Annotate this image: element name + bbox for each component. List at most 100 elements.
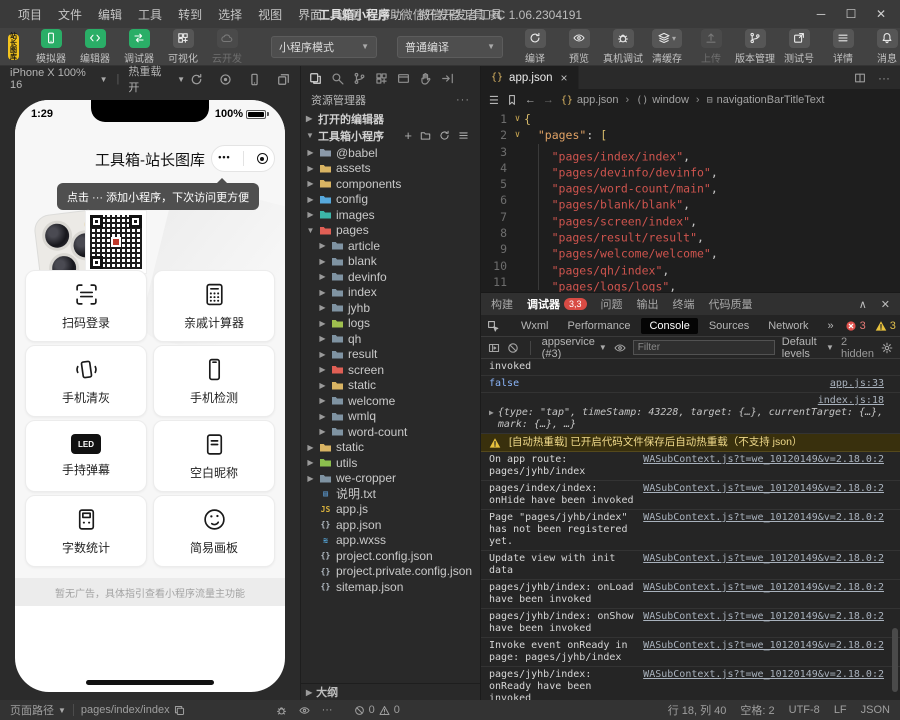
console-scrollbar[interactable] [892, 628, 898, 692]
inspect-element-icon[interactable] [487, 319, 499, 332]
encoding[interactable]: UTF-8 [789, 704, 820, 716]
console-log-row[interactable]: pages/jyhb/index: onLoad have been invok… [481, 580, 900, 609]
devtools-tab-console[interactable]: Console [641, 317, 698, 334]
tree-item-23[interactable]: JS app.js [301, 502, 480, 518]
tree-item-9[interactable]: ▶ index [301, 285, 480, 301]
tree-item-12[interactable]: ▶ qh [301, 331, 480, 347]
tree-item-17[interactable]: ▶ wmlq [301, 409, 480, 425]
close-icon[interactable]: × [561, 71, 568, 85]
toolbar-swap-button[interactable]: 调试器 [117, 28, 161, 65]
toolbar-cloud-button[interactable]: 云开发 [205, 28, 249, 65]
devtools-tab-wxml[interactable]: Wxml [513, 318, 557, 334]
toolbar-branch-button[interactable]: 版本管理 [733, 28, 777, 65]
debugger-tab-5[interactable]: 代码质量 [709, 296, 753, 312]
tree-item-16[interactable]: ▶ welcome [301, 393, 480, 409]
source-link[interactable]: WASubContext.js?t=we_10120149&v=2.18.0:2 [643, 454, 884, 466]
source-link[interactable]: app.js:33 [830, 378, 884, 390]
miniapp-card-4[interactable]: LED 手持弹幕 [25, 420, 147, 492]
activity-branch-button[interactable] [353, 70, 366, 84]
devtools-tab-sources[interactable]: Sources [701, 318, 757, 334]
eye-icon[interactable] [614, 341, 626, 353]
console-log-row[interactable]: On app route: pages/jyhb/index WASubConte… [481, 452, 900, 481]
toolbar-phone-button[interactable]: 模拟器 [29, 28, 73, 65]
toolbar-list-button[interactable]: 详情 [821, 28, 865, 65]
tree-item-15[interactable]: ▶ static [301, 378, 480, 394]
source-link[interactable]: index.js:18 [818, 395, 884, 407]
tree-item-14[interactable]: ▶ screen [301, 362, 480, 378]
console-sidebar-icon[interactable] [488, 341, 500, 353]
tree-item-4[interactable]: ▶ images [301, 207, 480, 223]
menu-item-4[interactable]: 转到 [170, 6, 210, 23]
tree-item-5[interactable]: ▼ pages [301, 223, 480, 239]
language-mode[interactable]: JSON [861, 704, 890, 716]
sim-refresh-button[interactable] [190, 73, 203, 86]
console-log-row[interactable]: Invoke event onReady in page: pages/jyhb… [481, 638, 900, 667]
menu-item-1[interactable]: 文件 [50, 6, 90, 23]
code-line-11[interactable]: 11 "pages/logs/logs", [481, 273, 900, 293]
console-log-row[interactable]: pages/index/index: onHide have been invo… [481, 481, 900, 510]
compile-mode-select[interactable]: 普通编译 ▼ [397, 35, 503, 58]
tree-item-8[interactable]: ▶ devinfo [301, 269, 480, 285]
chevron-down-icon[interactable]: ▼ [100, 75, 108, 84]
activity-search-button[interactable] [331, 70, 344, 85]
fold-chevron-icon[interactable]: ∨ [511, 111, 524, 127]
tree-item-1[interactable]: ▶ assets [301, 161, 480, 177]
miniapp-card-5[interactable]: 空白昵称 [153, 420, 275, 492]
list-icon[interactable]: ☰ [489, 94, 499, 107]
tree-item-3[interactable]: ▶ config [301, 192, 480, 208]
breadcrumb-item-2[interactable]: ⊟ navigationBarTitleText [707, 94, 825, 106]
code-line-4[interactable]: 4 "pages/devinfo/devinfo", [481, 159, 900, 179]
expand-caret-icon[interactable]: ▶ [489, 407, 494, 431]
eol[interactable]: LF [834, 704, 847, 716]
more-icon[interactable]: ··· [878, 71, 890, 85]
debugger-tab-0[interactable]: 构建 [491, 296, 513, 312]
console-warning-row[interactable]: [自动热重载] 已开启代码文件保存后自动热重载（不支持 json） [481, 434, 900, 452]
levels-select[interactable]: Default levels ▼ [782, 336, 834, 360]
close-icon[interactable]: ✕ [866, 2, 896, 26]
refresh-icon[interactable] [439, 130, 450, 142]
code-line-3[interactable]: 3 "pages/index/index", [481, 143, 900, 163]
split-editor-icon[interactable] [854, 71, 866, 85]
minimize-icon[interactable]: ─ [806, 2, 836, 26]
console-log-row[interactable]: false app.js:33 [481, 376, 900, 393]
tree-item-28[interactable]: {} sitemap.json [301, 579, 480, 595]
forward-icon[interactable]: → [543, 94, 554, 106]
code-line-1[interactable]: 1 ∨{ [481, 111, 900, 127]
miniapp-card-6[interactable]: 字数统计 [25, 495, 147, 567]
copy-icon[interactable] [174, 704, 185, 716]
source-link[interactable]: WASubContext.js?t=we_10120149&v=2.18.0:2 [643, 512, 884, 524]
debugger-tab-1[interactable]: 调试器 3,3 [527, 296, 587, 312]
menu-item-9[interactable]: 帮助 [370, 6, 410, 23]
tree-item-24[interactable]: {} app.json [301, 517, 480, 533]
indentation[interactable]: 空格: 2 [740, 702, 774, 718]
open-editors-section[interactable]: ▶ 打开的编辑器 [301, 110, 480, 127]
devtools-tab-network[interactable]: Network [760, 318, 816, 334]
preview-eye-icon[interactable] [299, 704, 310, 716]
more-icon[interactable]: ··· [322, 704, 333, 716]
debugger-tab-3[interactable]: 输出 [637, 296, 659, 312]
toolbar-compile-button[interactable]: 编译 [513, 28, 557, 65]
source-link[interactable]: WASubContext.js?t=we_10120149&v=2.18.0:2 [643, 582, 884, 594]
page-path-select[interactable]: 页面路径 ▼ [10, 702, 66, 718]
toolbar-code-button[interactable]: 编辑器 [73, 28, 117, 65]
console-log-row[interactable]: invoked [481, 359, 900, 376]
menu-item-5[interactable]: 选择 [210, 6, 250, 23]
chevron-down-icon[interactable]: ▼ [177, 75, 185, 84]
hot-reload-toggle[interactable]: 热重载 开 [128, 63, 172, 95]
cursor-position[interactable]: 行 18, 列 40 [668, 702, 727, 718]
source-link[interactable]: WASubContext.js?t=we_10120149&v=2.18.0:2 [643, 611, 884, 623]
tree-item-21[interactable]: ▶ we-cropper [301, 471, 480, 487]
code-line-5[interactable]: 5 "pages/word-count/main", [481, 176, 900, 195]
miniapp-card-0[interactable]: 扫码登录 [25, 270, 147, 342]
activity-files-button[interactable] [309, 70, 322, 84]
menu-item-8[interactable]: 设置 [330, 6, 370, 23]
tree-item-0[interactable]: ▶ @babel [301, 145, 480, 161]
miniapp-card-3[interactable]: 手机检测 [153, 345, 275, 417]
tree-item-20[interactable]: ▶ utils [301, 455, 480, 471]
tree-item-7[interactable]: ▶ blank [301, 254, 480, 270]
bookmark-icon[interactable] [506, 94, 518, 106]
collapse-panel-icon[interactable]: ∧ [859, 298, 867, 311]
tree-item-22[interactable]: ▤ 说明.txt [301, 486, 480, 502]
code-line-2[interactable]: 2 ∨ "pages": [ [481, 127, 900, 143]
tree-item-19[interactable]: ▶ static [301, 440, 480, 456]
